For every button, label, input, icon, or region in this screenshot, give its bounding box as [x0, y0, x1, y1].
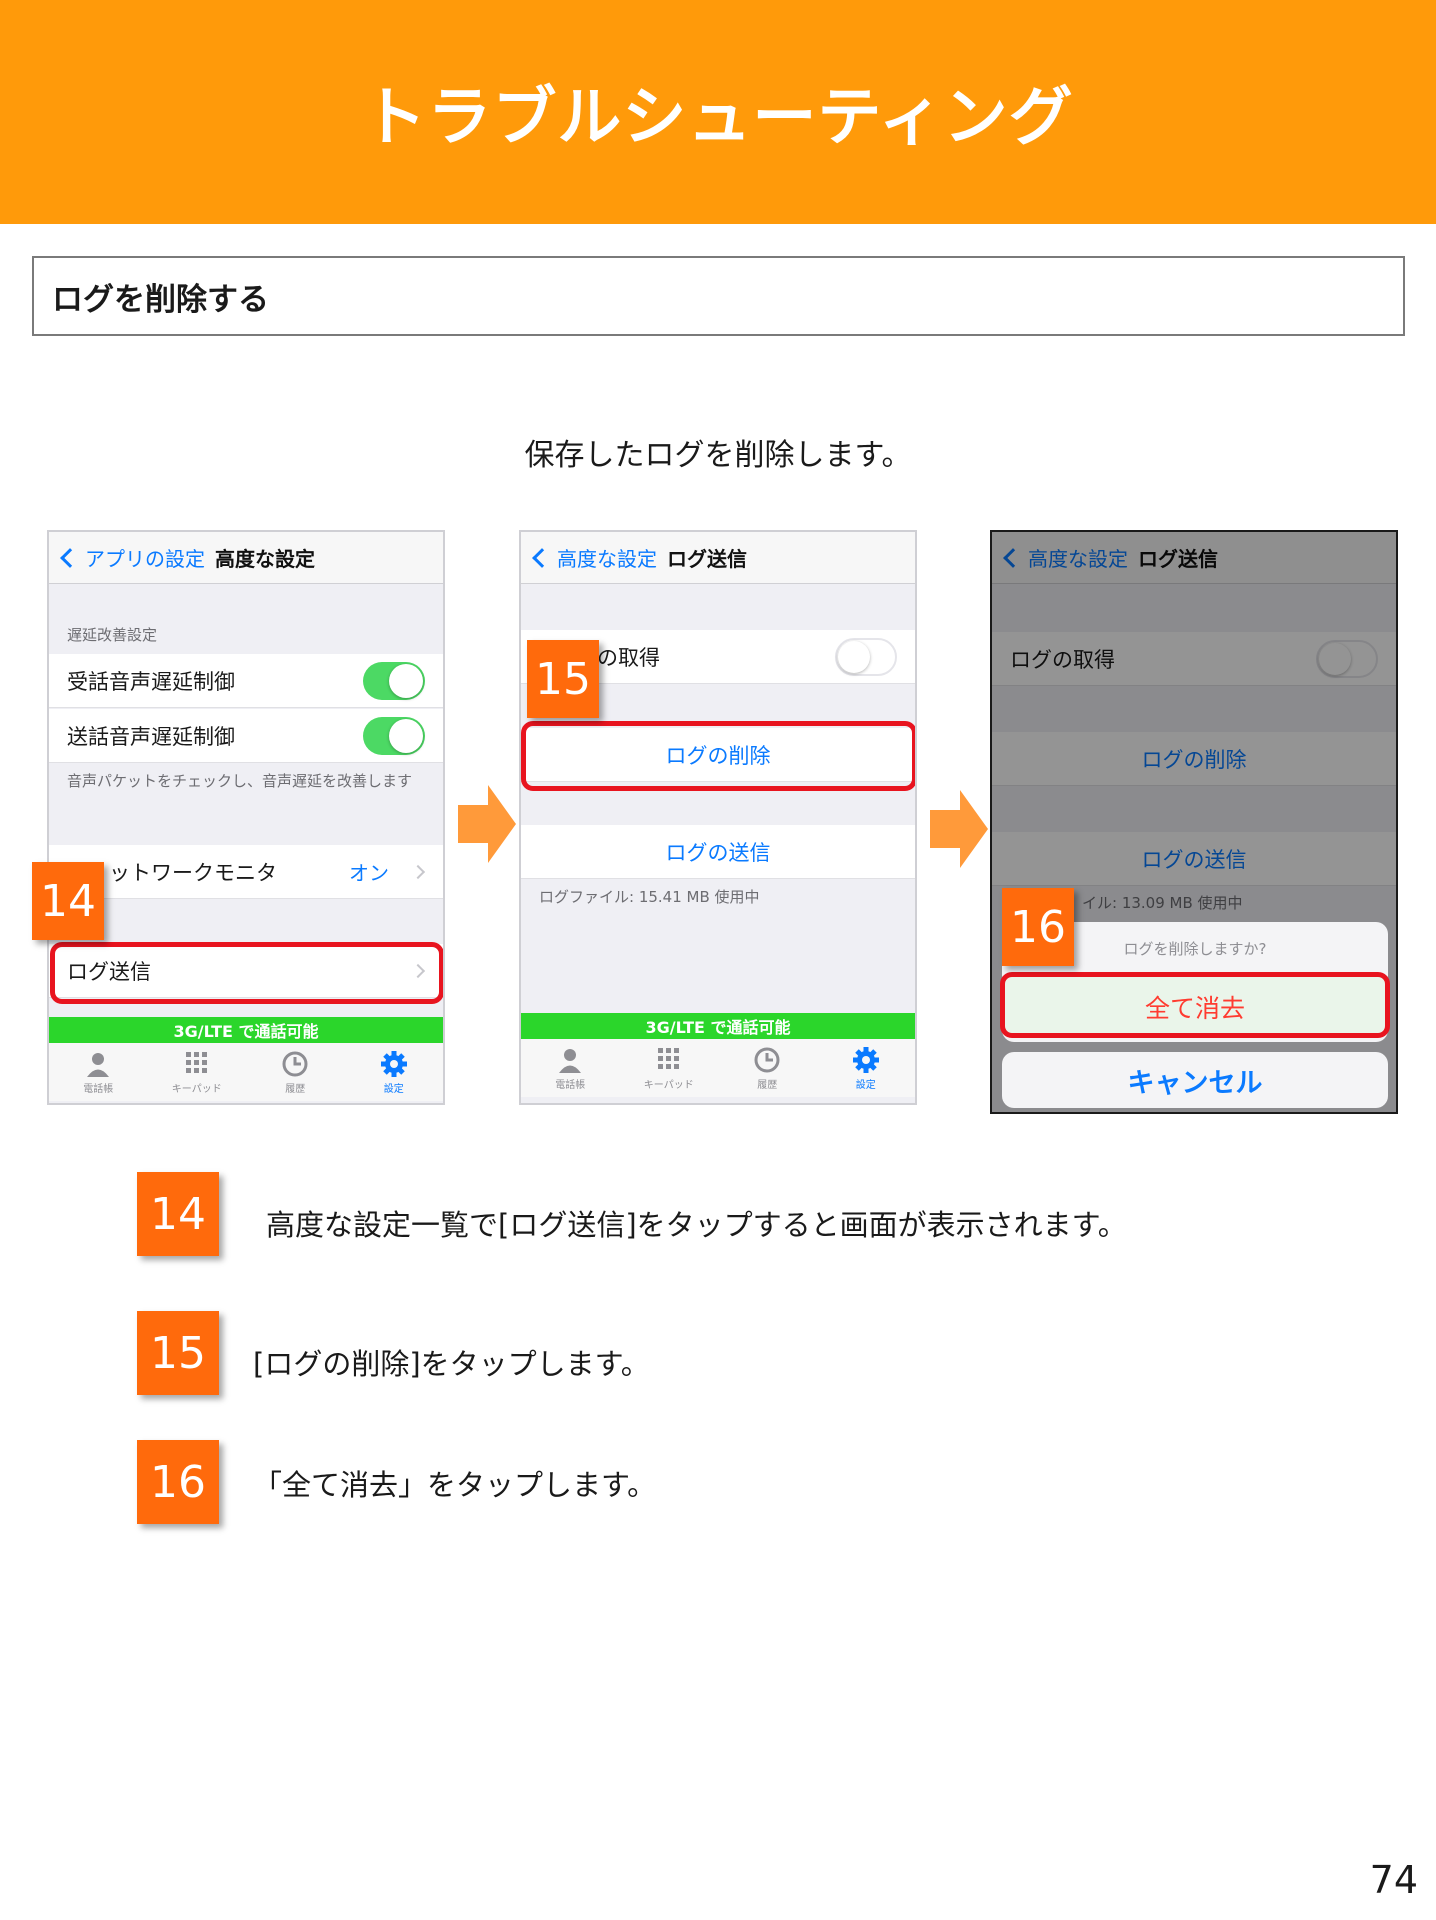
setting-label: ットワークモニタ	[109, 860, 277, 885]
step-15: 15 [ログの削除]をタップします。	[0, 1311, 1436, 1395]
tab-contacts[interactable]: 電話帳	[58, 1050, 138, 1095]
tab-label: 電話帳	[83, 1083, 114, 1095]
nav-title: ログ送信	[667, 547, 747, 571]
back-button[interactable]: アプリの設定	[85, 543, 205, 572]
step-text: 「全て消去」をタップします。	[253, 1468, 657, 1502]
log-send-label: ログの送信	[665, 840, 771, 865]
section-title: ログを削除する	[52, 281, 269, 318]
setting-label: の取得	[597, 645, 660, 670]
nav-title: 高度な設定	[215, 547, 315, 571]
screenshot-log-send: 高度な設定 ログ送信 の取得 ログの削除 ログの送信 ログファイル: 15.41…	[519, 530, 917, 1105]
screenshot-delete-confirm: 高度な設定 ログ送信 ログの取得 ログの削除 ログの送信 イル: 13.09 M…	[990, 530, 1398, 1114]
section-title-box: ログを削除する	[32, 256, 1405, 336]
cancel-button[interactable]: キャンセル	[1002, 1052, 1388, 1108]
step-badge-15: 15	[527, 640, 599, 718]
highlight-box	[50, 942, 443, 1004]
tab-label: 履歴	[285, 1083, 306, 1095]
tab-settings[interactable]: 設定	[354, 1050, 434, 1095]
person-icon	[559, 1048, 582, 1073]
step-badge-14: 14	[32, 862, 104, 940]
step-text: [ログの削除]をタップします。	[253, 1347, 650, 1381]
step-badge-16: 16	[1002, 888, 1074, 966]
tab-label: キーパッド	[643, 1079, 694, 1091]
back-button[interactable]: 高度な設定	[557, 543, 657, 572]
log-file-size: ログファイル: 15.41 MB 使用中	[539, 888, 760, 906]
highlight-box	[521, 721, 915, 791]
tab-keypad[interactable]: キーパッド	[629, 1046, 709, 1091]
tab-label: 設定	[855, 1079, 876, 1091]
back-chevron-icon[interactable]	[60, 547, 80, 568]
step-number: 14	[137, 1172, 219, 1256]
setting-row-send-delay: 送話音声遅延制御	[49, 709, 443, 763]
keypad-icon	[185, 1051, 207, 1073]
step-number: 15	[137, 1311, 219, 1395]
highlight-box	[1000, 972, 1390, 1038]
tab-label: 設定	[383, 1083, 404, 1095]
setting-note: 音声パケットをチェックし、音声遅延を改善します	[67, 772, 413, 790]
gear-icon	[380, 1050, 407, 1077]
tab-bar: 電話帳 キーパッド 履歴 設定	[521, 1039, 915, 1097]
call-status-bar: 3G/LTE で通話可能	[521, 1013, 915, 1039]
setting-label: 送話音声遅延制御	[67, 724, 235, 749]
setting-row-receive-delay: 受話音声遅延制御	[49, 654, 443, 708]
clock-icon	[282, 1051, 308, 1076]
send-delay-toggle[interactable]	[363, 716, 425, 755]
page-number: 74	[1369, 1858, 1418, 1902]
tab-contacts[interactable]: 電話帳	[530, 1046, 610, 1091]
call-status-bar: 3G/LTE で通話可能	[49, 1017, 443, 1043]
tab-bar: 電話帳 キーパッド 履歴 設定	[49, 1043, 443, 1101]
screenshot-advanced-settings: アプリの設定 高度な設定 遅延改善設定 受話音声遅延制御 送話音声遅延制御 音声…	[47, 530, 445, 1105]
receive-delay-toggle[interactable]	[363, 661, 425, 700]
step-text: 高度な設定一覧で[ログ送信]をタップすると画面が表示されます。	[266, 1208, 1127, 1242]
step-14: 14 高度な設定一覧で[ログ送信]をタップすると画面が表示されます。	[0, 1172, 1436, 1256]
log-send-button[interactable]: ログの送信	[521, 825, 915, 879]
tab-settings[interactable]: 設定	[826, 1046, 906, 1091]
tab-label: キーパッド	[171, 1083, 222, 1095]
intro-text: 保存したログを削除します。	[524, 438, 912, 473]
setting-row-network-monitor[interactable]: ットワークモニタ オン	[49, 845, 443, 899]
arrow-right-icon	[458, 785, 516, 863]
log-get-toggle[interactable]	[835, 637, 897, 676]
group-header: 遅延改善設定	[67, 626, 158, 644]
chevron-right-icon	[410, 864, 426, 879]
clock-icon	[754, 1047, 780, 1072]
tab-history[interactable]: 履歴	[727, 1046, 807, 1091]
step-number: 16	[137, 1440, 219, 1524]
header-bar: トラブルシューティング	[0, 0, 1436, 224]
tab-history[interactable]: 履歴	[255, 1050, 335, 1095]
tab-keypad[interactable]: キーパッド	[157, 1050, 237, 1095]
nav-bar: アプリの設定 高度な設定	[49, 532, 443, 584]
step-16: 16 「全て消去」をタップします。	[0, 1440, 1436, 1524]
setting-label: 受話音声遅延制御	[67, 669, 235, 694]
keypad-icon	[657, 1047, 679, 1069]
tab-label: 履歴	[757, 1079, 778, 1091]
setting-value: オン	[349, 861, 389, 885]
page-title: トラブルシューティング	[362, 81, 1074, 155]
person-icon	[87, 1052, 110, 1077]
tab-label: 電話帳	[555, 1079, 586, 1091]
gear-icon	[852, 1046, 879, 1073]
arrow-right-icon	[930, 790, 988, 868]
nav-bar: 高度な設定 ログ送信	[521, 532, 915, 584]
back-chevron-icon[interactable]	[532, 547, 552, 568]
